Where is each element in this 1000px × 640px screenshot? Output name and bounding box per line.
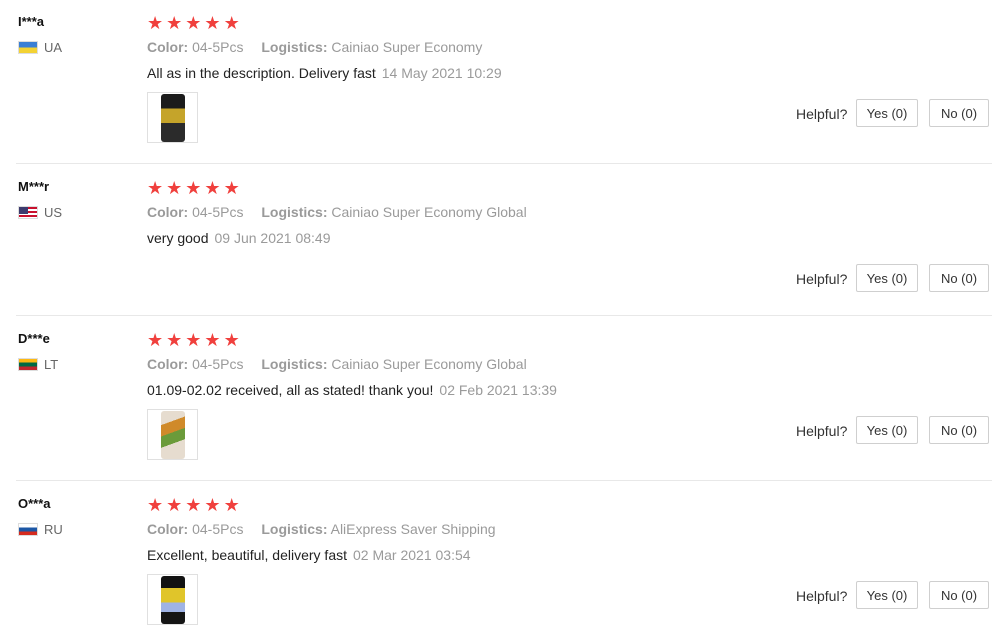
star-icon: ★ [185,495,202,515]
color-label: Color: [147,356,189,372]
star-icon: ★ [147,330,164,350]
comment-text: Excellent, beautiful, delivery fast [147,547,347,563]
no-button[interactable]: No (0) [929,264,989,292]
star-icon: ★ [223,330,240,350]
color-label: Color: [147,204,189,220]
comment-text: very good [147,230,209,246]
star-rating: ★ ★ ★ ★ ★ [147,179,240,197]
review-photo-thumbnail[interactable] [147,574,198,625]
country-code: RU [44,522,63,537]
russia-flag-icon [18,523,38,536]
country-code: LT [44,357,59,372]
star-icon: ★ [204,178,221,198]
logistics-value: AliExpress Saver Shipping [330,521,496,537]
star-icon: ★ [185,178,202,198]
review-comment: All as in the description. Delivery fast… [147,65,502,81]
logistics-value: Cainiao Super Economy Global [331,204,527,220]
helpful-label: Helpful? [796,106,848,122]
reviewer-country: UA [18,40,62,55]
star-icon: ★ [147,495,164,515]
helpful-vote: Helpful? Yes (0) No (0) [770,99,1000,127]
comment-text: 01.09-02.02 received, all as stated! tha… [147,382,434,398]
star-icon: ★ [166,178,183,198]
star-icon: ★ [185,330,202,350]
review-divider [16,480,992,481]
star-icon: ★ [147,13,164,33]
no-button[interactable]: No (0) [929,99,989,127]
color-label: Color: [147,39,189,55]
yes-button[interactable]: Yes (0) [856,99,918,127]
star-icon: ★ [223,13,240,33]
star-icon: ★ [223,495,240,515]
photo-image [160,575,185,624]
order-info: Color: 04-5Pcs Logistics: Cainiao Super … [147,204,527,220]
star-icon: ★ [204,330,221,350]
color-value: 04-5Pcs [192,39,244,55]
star-icon: ★ [166,13,183,33]
helpful-vote: Helpful? Yes (0) No (0) [770,416,1000,444]
logistics-value: Cainiao Super Economy Global [331,356,527,372]
usa-flag-icon [18,206,38,219]
star-icon: ★ [147,178,164,198]
reviewer-name: D***e [18,331,50,346]
logistics-label: Logistics: [261,204,328,220]
helpful-label: Helpful? [796,423,848,439]
country-code: UA [44,40,63,55]
review-photo-thumbnail[interactable] [147,409,198,460]
reviewer-country: LT [18,357,58,372]
helpful-vote: Helpful? Yes (0) No (0) [770,264,1000,292]
color-value: 04-5Pcs [192,204,244,220]
review-comment: 01.09-02.02 received, all as stated! tha… [147,382,557,398]
review-date: 02 Mar 2021 03:54 [353,547,471,563]
color-value: 04-5Pcs [192,356,244,372]
star-icon: ★ [166,330,183,350]
order-info: Color: 04-5Pcs Logistics: Cainiao Super … [147,39,482,55]
yes-button[interactable]: Yes (0) [856,581,918,609]
yes-button[interactable]: Yes (0) [856,264,918,292]
logistics-label: Logistics: [261,356,328,372]
logistics-label: Logistics: [261,521,328,537]
lithuania-flag-icon [18,358,38,371]
photo-image [160,93,185,142]
star-icon: ★ [223,178,240,198]
reviewer-name: O***a [18,496,51,511]
color-value: 04-5Pcs [192,521,244,537]
photo-image [160,410,185,459]
star-icon: ★ [204,13,221,33]
review-date: 14 May 2021 10:29 [381,65,502,81]
yes-button[interactable]: Yes (0) [856,416,918,444]
review-comment: very good 09 Jun 2021 08:49 [147,230,330,246]
helpful-label: Helpful? [796,588,848,604]
no-button[interactable]: No (0) [929,581,989,609]
no-button[interactable]: No (0) [929,416,989,444]
helpful-vote: Helpful? Yes (0) No (0) [770,581,1000,609]
review-comment: Excellent, beautiful, delivery fast 02 Ma… [147,547,471,563]
logistics-label: Logistics: [261,39,328,55]
reviewer-name: I***a [18,14,45,29]
star-icon: ★ [204,495,221,515]
star-icon: ★ [166,495,183,515]
ukraine-flag-icon [18,41,38,54]
review-date: 09 Jun 2021 08:49 [214,230,331,246]
order-info: Color: 04-5Pcs Logistics: Cainiao Super … [147,356,527,372]
star-rating: ★ ★ ★ ★ ★ [147,331,240,349]
star-icon: ★ [185,13,202,33]
reviewer-country: US [18,205,62,220]
color-label: Color: [147,521,189,537]
review-divider [16,163,992,164]
star-rating: ★ ★ ★ ★ ★ [147,14,240,32]
reviewer-country: RU [18,522,63,537]
logistics-value: Cainiao Super Economy [331,39,483,55]
review-divider [16,315,992,316]
review-photo-thumbnail[interactable] [147,92,198,143]
comment-text: All as in the description. Delivery fast [147,65,376,81]
helpful-label: Helpful? [796,271,848,287]
review-date: 02 Feb 2021 13:39 [439,382,557,398]
country-code: US [44,205,63,220]
order-info: Color: 04-5Pcs Logistics: AliExpress Sav… [147,521,496,537]
reviewer-name: M***r [18,179,50,194]
star-rating: ★ ★ ★ ★ ★ [147,496,240,514]
